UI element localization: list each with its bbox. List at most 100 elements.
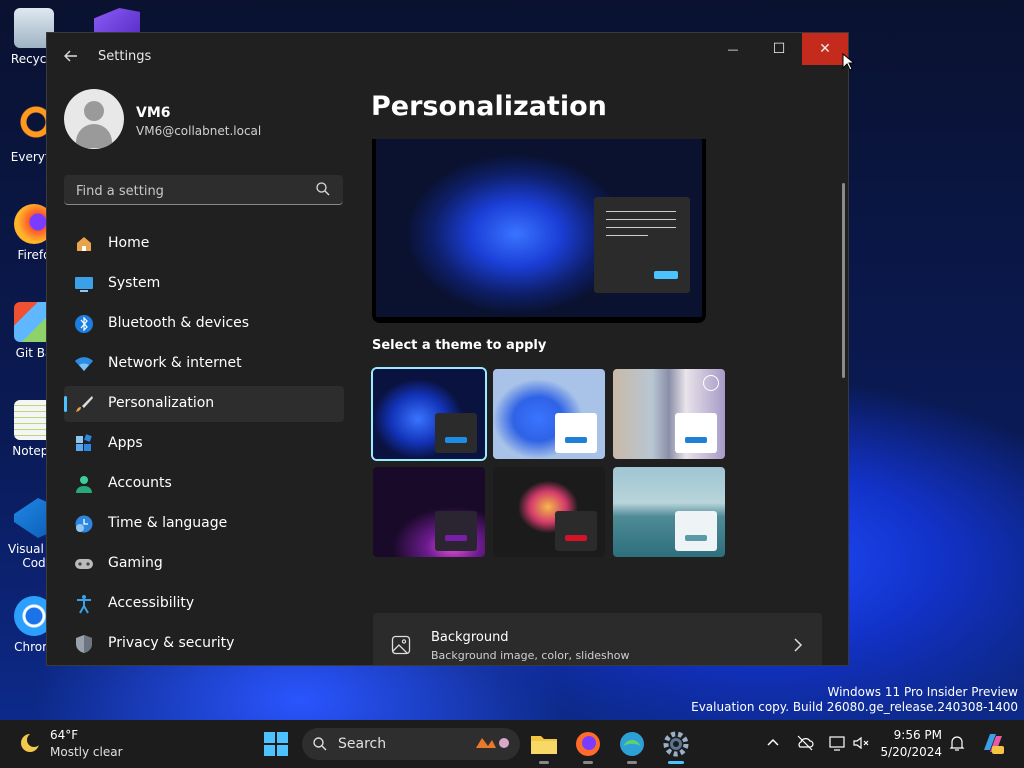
taskbar-settings[interactable] bbox=[660, 728, 692, 764]
wifi-icon bbox=[75, 357, 93, 371]
settings-window: Settings — ☐ ✕ VM6 VM6@collabnet.local H… bbox=[47, 33, 848, 665]
taskbar-file-explorer[interactable] bbox=[528, 728, 560, 764]
accessibility-icon bbox=[77, 595, 91, 614]
nav-list: Home System Bluetooth & devices Network … bbox=[64, 226, 344, 665]
sidebar-item-system[interactable]: System bbox=[64, 266, 344, 302]
weather-condition[interactable]: Mostly clear bbox=[50, 745, 123, 759]
sidebar-item-accessibility[interactable]: Accessibility bbox=[64, 586, 344, 622]
clock-time[interactable]: 9:56 PM bbox=[880, 728, 942, 742]
sidebar-item-label: Privacy & security bbox=[108, 635, 235, 651]
minimize-icon: — bbox=[727, 43, 739, 56]
slideshow-badge-icon bbox=[703, 375, 719, 391]
start-button[interactable] bbox=[260, 728, 292, 760]
close-icon: ✕ bbox=[819, 41, 831, 57]
theme-chip bbox=[555, 413, 597, 453]
user-name: VM6 bbox=[136, 105, 171, 121]
chevron-up-icon[interactable] bbox=[764, 734, 782, 752]
theme-chip-bar bbox=[685, 437, 707, 443]
title-bar[interactable]: Settings — ☐ ✕ bbox=[47, 33, 848, 81]
theme-windows-dark[interactable] bbox=[373, 369, 485, 459]
search-highlight-icon bbox=[476, 738, 509, 748]
theme-chip bbox=[435, 413, 477, 453]
bluetooth-icon bbox=[75, 315, 93, 333]
sidebar-item-time-language[interactable]: Time & language bbox=[64, 506, 344, 542]
sidebar-item-gaming[interactable]: Gaming bbox=[64, 546, 344, 582]
preview-line bbox=[606, 211, 676, 212]
home-icon bbox=[77, 237, 91, 251]
running-indicator bbox=[583, 761, 593, 764]
gamepad-icon bbox=[75, 559, 93, 569]
notification-bell-icon[interactable] bbox=[948, 734, 966, 752]
edge-icon bbox=[620, 732, 644, 756]
theme-chip-bar bbox=[565, 437, 587, 443]
network-icon[interactable] bbox=[828, 734, 846, 752]
sidebar-item-bluetooth[interactable]: Bluetooth & devices bbox=[64, 306, 344, 342]
theme-spotlight[interactable] bbox=[613, 369, 725, 459]
preview-line bbox=[606, 235, 648, 236]
sidebar-item-label: Bluetooth & devices bbox=[108, 315, 250, 331]
background-setting-card[interactable]: Background Background image, color, slid… bbox=[373, 613, 822, 665]
sidebar-item-personalization[interactable]: Personalization bbox=[64, 386, 344, 422]
main-content: Personalization Select a theme to apply bbox=[357, 81, 848, 665]
volume-muted-icon[interactable] bbox=[852, 734, 870, 752]
search-input[interactable] bbox=[74, 180, 308, 202]
chevron-right-icon bbox=[794, 638, 803, 652]
taskbar-search-label: Search bbox=[338, 736, 387, 752]
window-title: Settings bbox=[98, 49, 152, 64]
sidebar-item-home[interactable]: Home bbox=[64, 226, 344, 262]
sidebar-item-accounts[interactable]: Accounts bbox=[64, 466, 344, 502]
brush-icon bbox=[76, 396, 93, 412]
sidebar-item-network[interactable]: Network & internet bbox=[64, 346, 344, 382]
folder-icon bbox=[531, 736, 557, 754]
copilot-icon[interactable] bbox=[980, 730, 1006, 756]
clock-date[interactable]: 5/20/2024 bbox=[872, 745, 942, 759]
avatar[interactable] bbox=[64, 89, 124, 149]
theme-windows-light[interactable] bbox=[493, 369, 605, 459]
taskbar-firefox[interactable] bbox=[572, 728, 604, 764]
theme-preview bbox=[372, 139, 706, 323]
watermark-line: Evaluation copy. Build 26080.ge_release.… bbox=[691, 700, 1018, 714]
active-indicator bbox=[668, 761, 684, 764]
apps-icon bbox=[76, 434, 92, 451]
weather-temperature[interactable]: 64°F bbox=[50, 728, 78, 742]
theme-chip bbox=[675, 511, 717, 551]
theme-captured-motion[interactable] bbox=[493, 467, 605, 557]
build-watermark: Windows 11 Pro Insider Preview Evaluatio… bbox=[691, 685, 1018, 715]
windows-logo-icon bbox=[264, 732, 288, 756]
taskbar-search[interactable]: Search bbox=[302, 728, 520, 760]
back-button[interactable] bbox=[61, 48, 81, 68]
card-title: Background bbox=[431, 630, 509, 645]
avatar-body-shape bbox=[76, 124, 112, 148]
search-icon bbox=[313, 737, 327, 751]
preview-line bbox=[606, 219, 676, 220]
theme-chip bbox=[555, 511, 597, 551]
gear-icon bbox=[663, 731, 689, 757]
sidebar-item-privacy-security[interactable]: Privacy & security bbox=[64, 626, 344, 662]
sidebar-item-label: Network & internet bbox=[108, 355, 242, 371]
card-subtitle: Background image, color, slideshow bbox=[431, 649, 630, 662]
sidebar-item-label: Time & language bbox=[108, 515, 228, 531]
sidebar-item-label: System bbox=[108, 275, 161, 291]
search-box[interactable] bbox=[64, 175, 343, 205]
system-icon bbox=[75, 277, 93, 292]
moon-cloud-icon[interactable] bbox=[18, 731, 42, 755]
sidebar: VM6 VM6@collabnet.local Home System Blue… bbox=[47, 81, 357, 665]
theme-flow[interactable] bbox=[613, 467, 725, 557]
maximize-button[interactable]: ☐ bbox=[756, 33, 802, 65]
visual-studio-icon[interactable] bbox=[94, 8, 140, 34]
theme-glow[interactable] bbox=[373, 467, 485, 557]
scrollbar-thumb[interactable] bbox=[842, 183, 845, 378]
taskbar-edge[interactable] bbox=[616, 728, 648, 764]
theme-chip-bar bbox=[445, 535, 467, 541]
minimize-button[interactable]: — bbox=[710, 33, 756, 65]
sidebar-item-apps[interactable]: Apps bbox=[64, 426, 344, 462]
search-icon[interactable] bbox=[315, 181, 331, 197]
running-indicator bbox=[539, 761, 549, 764]
sidebar-item-label: Home bbox=[108, 235, 150, 251]
cloud-offline-icon[interactable] bbox=[796, 734, 814, 752]
image-icon bbox=[391, 635, 411, 655]
shield-icon bbox=[76, 635, 92, 653]
firefox-icon bbox=[576, 732, 600, 756]
theme-chip-bar bbox=[445, 437, 467, 443]
preview-line bbox=[606, 227, 676, 228]
